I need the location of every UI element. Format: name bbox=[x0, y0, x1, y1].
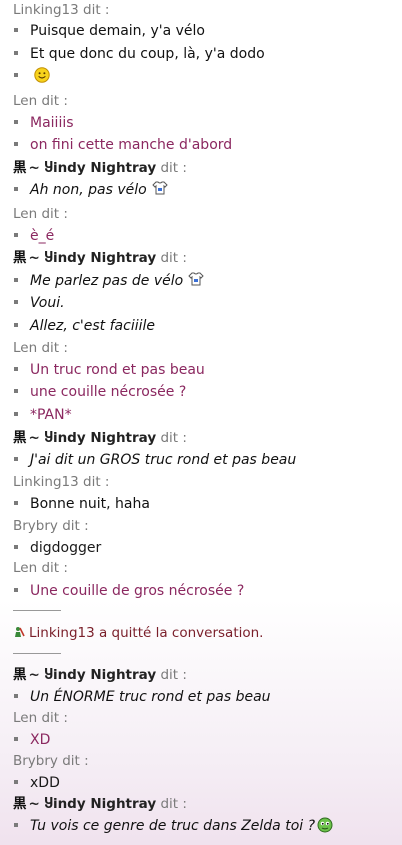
said-suffix: dit : bbox=[78, 474, 110, 490]
message: Un truc rond et pas beau bbox=[14, 359, 205, 381]
message: J'ai dit un GROS truc rond et pas beau bbox=[14, 449, 296, 471]
message: une couille nécrosée ? bbox=[14, 381, 186, 403]
message: Tu vois ce genre de truc dans Zelda toi … bbox=[14, 815, 333, 837]
separator-line bbox=[13, 653, 61, 654]
sender-name: Len bbox=[13, 710, 38, 726]
sender-name: ~ Ⴘindy Nightray bbox=[28, 160, 157, 176]
sender-header: Brybry dit : bbox=[13, 751, 89, 771]
sender-header: Len dit : bbox=[13, 708, 68, 728]
message-text: Voui. bbox=[30, 295, 65, 311]
sender-header: Len dit : bbox=[13, 91, 68, 111]
sender-name: Len bbox=[13, 93, 38, 109]
message: *PAN* bbox=[14, 404, 72, 426]
message: Un ÉNORME truc rond et pas beau bbox=[14, 686, 271, 708]
system-message: Linking13 a quitté la conversation. bbox=[13, 623, 263, 643]
said-suffix: dit : bbox=[156, 667, 187, 683]
message: XD bbox=[14, 729, 50, 751]
message-text: *PAN* bbox=[30, 407, 72, 423]
message-text: Une couille de gros nécrosée ? bbox=[30, 583, 245, 599]
message: Allez, c'est faciiile bbox=[14, 315, 155, 337]
green-face-emoticon-icon bbox=[317, 817, 333, 833]
message: Me parlez pas de vélo bbox=[14, 270, 205, 292]
system-message-text: Linking13 a quitté la conversation. bbox=[29, 625, 264, 641]
message: on fini cette manche d'abord bbox=[14, 134, 232, 156]
sender-header: 黒 ~ Ⴘindy Nightray dit : bbox=[13, 248, 187, 268]
message-text: Un truc rond et pas beau bbox=[30, 362, 205, 378]
message-text: une couille nécrosée ? bbox=[30, 384, 187, 400]
sender-header: Linking13 dit : bbox=[13, 472, 109, 492]
sender-header: 黒 ~ Ⴘindy Nightray dit : bbox=[13, 428, 187, 448]
sender-header: Len dit : bbox=[13, 338, 68, 358]
message: xDD bbox=[14, 772, 60, 794]
message bbox=[14, 65, 51, 87]
said-suffix: dit : bbox=[37, 340, 68, 356]
sender-kanji: 黒 bbox=[13, 667, 27, 683]
said-suffix: dit : bbox=[156, 430, 187, 446]
message: Une couille de gros nécrosée ? bbox=[14, 580, 244, 602]
sender-name: Brybry bbox=[13, 753, 58, 769]
said-suffix: dit : bbox=[57, 753, 89, 769]
message-text: Me parlez pas de vélo bbox=[30, 273, 184, 289]
message-text: XD bbox=[30, 732, 51, 748]
message-text: J'ai dit un GROS truc rond et pas beau bbox=[30, 452, 297, 468]
message-text: xDD bbox=[30, 775, 60, 791]
separator-line bbox=[13, 610, 61, 611]
leave-conversation-icon bbox=[15, 627, 25, 637]
sender-kanji: 黒 bbox=[13, 160, 27, 176]
sender-name: Linking13 bbox=[13, 474, 79, 490]
message: Voui. bbox=[14, 292, 65, 314]
message: Et que donc du coup, là, y'a dodo bbox=[14, 43, 265, 65]
said-suffix: dit : bbox=[156, 160, 187, 176]
sender-name: Len bbox=[13, 340, 38, 356]
sender-name: Len bbox=[13, 560, 38, 576]
sender-header: Len dit : bbox=[13, 204, 68, 224]
message-text: Puisque demain, y'a vélo bbox=[30, 23, 205, 39]
sender-name: ~ Ⴘindy Nightray bbox=[28, 250, 157, 266]
message-text: Ah non, pas vélo bbox=[30, 182, 147, 198]
smiley-icon bbox=[34, 67, 51, 83]
message: Maiiiis bbox=[14, 112, 74, 134]
sender-kanji: 黒 bbox=[13, 796, 27, 812]
message: Puisque demain, y'a vélo bbox=[14, 20, 205, 42]
sender-name: ~ Ⴘindy Nightray bbox=[28, 796, 157, 812]
message-text: Tu vois ce genre de truc dans Zelda toi … bbox=[30, 818, 316, 834]
said-suffix: dit : bbox=[37, 560, 68, 576]
sender-header: 黒 ~ Ⴘindy Nightray dit : bbox=[13, 158, 187, 178]
message-text: Et que donc du coup, là, y'a dodo bbox=[30, 46, 265, 62]
said-suffix: dit : bbox=[78, 2, 110, 18]
sender-header: 黒 ~ Ⴘindy Nightray dit : bbox=[13, 794, 187, 814]
said-suffix: dit : bbox=[156, 796, 187, 812]
message-text: Un ÉNORME truc rond et pas beau bbox=[30, 689, 271, 705]
message-text: on fini cette manche d'abord bbox=[30, 137, 233, 153]
message: è_é bbox=[14, 225, 54, 247]
said-suffix: dit : bbox=[37, 206, 68, 222]
message-text: Maiiiis bbox=[30, 115, 74, 131]
sender-kanji: 黒 bbox=[13, 430, 27, 446]
message: Bonne nuit, haha bbox=[14, 493, 150, 515]
message: digdogger bbox=[14, 537, 101, 559]
said-suffix: dit : bbox=[57, 518, 89, 534]
sender-name: Brybry bbox=[13, 518, 58, 534]
message-text: è_é bbox=[30, 228, 55, 244]
sender-header: Linking13 dit : bbox=[13, 0, 109, 20]
said-suffix: dit : bbox=[156, 250, 187, 266]
said-suffix: dit : bbox=[37, 710, 68, 726]
said-suffix: dit : bbox=[37, 93, 68, 109]
sender-name: Len bbox=[13, 206, 38, 222]
message-text: Bonne nuit, haha bbox=[30, 496, 150, 512]
shirt-emoticon-icon bbox=[188, 272, 204, 286]
sender-name: Linking13 bbox=[13, 2, 79, 18]
sender-header: Len dit : bbox=[13, 558, 68, 578]
sender-header: 黒 ~ Ⴘindy Nightray dit : bbox=[13, 665, 187, 685]
sender-kanji: 黒 bbox=[13, 250, 27, 266]
sender-header: Brybry dit : bbox=[13, 516, 89, 536]
sender-name: ~ Ⴘindy Nightray bbox=[28, 430, 157, 446]
message: Ah non, pas vélo bbox=[14, 179, 169, 201]
message-text: Allez, c'est faciiile bbox=[30, 318, 155, 334]
shirt-emoticon-icon bbox=[151, 181, 168, 195]
message-text: digdogger bbox=[30, 540, 102, 556]
sender-name: ~ Ⴘindy Nightray bbox=[28, 667, 157, 683]
